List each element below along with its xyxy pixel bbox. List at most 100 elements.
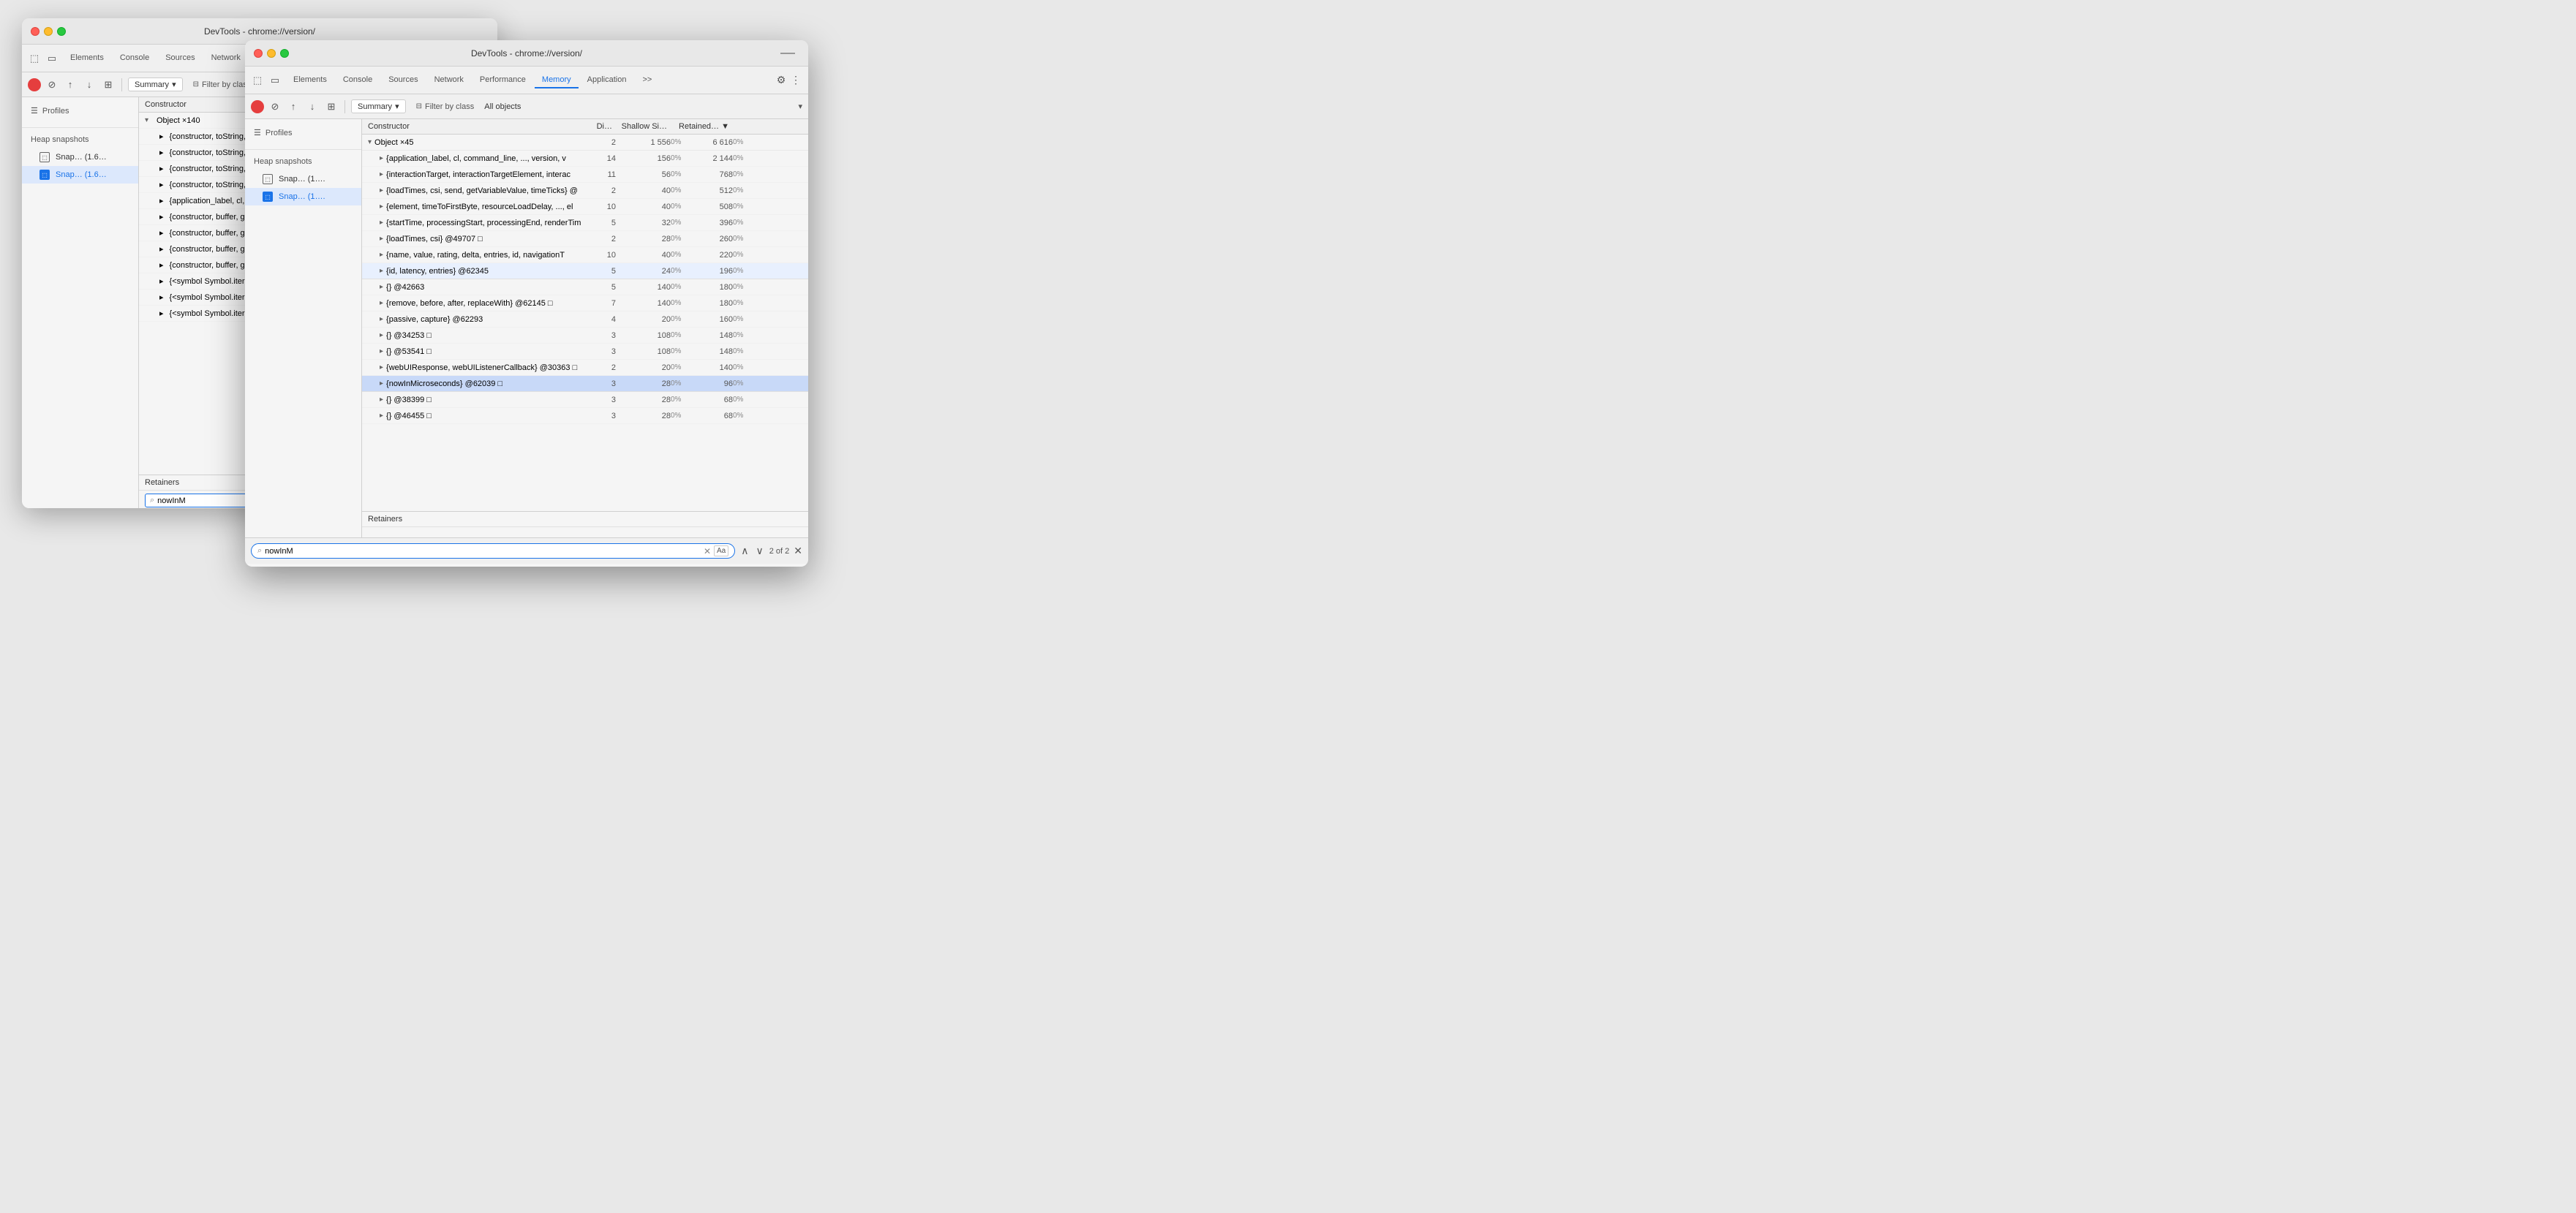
search-count: 2 of 2 [769,547,790,556]
expand-object-front[interactable]: ▾ [368,138,372,146]
tab-sources-back[interactable]: Sources [158,50,202,67]
device-icon-back[interactable]: ▭ [45,52,59,65]
upload-icon-front[interactable]: ↑ [286,99,301,114]
row-loadtimes-csi[interactable]: ▸ {loadTimes, csi} @49707 □ 2 28 0% 260 … [362,231,808,247]
grid-icon-front[interactable]: ⊞ [324,99,339,114]
toolbar-icons-front: ⬚ ▭ [251,74,282,87]
tab-memory-front[interactable]: Memory [535,72,579,88]
tab-performance-front[interactable]: Performance [472,72,533,88]
snap1-icon-front: ⬚ [263,174,273,184]
toolbar2-front: ⊘ ↑ ↓ ⊞ Summary ▾ ⊟ Filter by class All … [245,94,808,119]
all-objects-label-front: All objects [484,102,521,111]
row-name-value[interactable]: ▸ {name, value, rating, delta, entries, … [362,247,808,263]
summary-dropdown-back[interactable]: Summary ▾ [128,78,183,91]
close-button-front[interactable] [254,49,263,58]
maximize-button-back[interactable] [57,27,66,36]
toolbar-icons-back: ⬚ ▭ [28,52,59,65]
table-body-front: ▾ Object ×45 2 1 556 0% 6 616 0% ▸ {appl… [362,135,808,511]
tab-elements-front[interactable]: Elements [286,72,334,88]
search-icon-back: ⌕ [150,496,154,505]
search-clear-button[interactable]: ✕ [704,546,711,556]
content-front: ☰ Profiles Heap snapshots ⬚ Snap… (1…. ⬚… [245,119,808,537]
tab-elements-back[interactable]: Elements [63,50,111,67]
filter-icon-back: ⊟ [193,80,199,88]
upload-icon-back[interactable]: ↑ [63,78,78,92]
filter-icon-front: ⊟ [416,102,422,110]
sidebar-profiles-header-front[interactable]: ☰ Profiles [245,125,361,140]
grid-icon-back[interactable]: ⊞ [101,78,116,92]
tab-network-front[interactable]: Network [427,72,471,88]
cursor-icon-front[interactable]: ⬚ [251,74,264,87]
bottom-bar-front: ⌕ ✕ Aa ∧ ∨ 2 of 2 ✕ [245,537,808,564]
tab-network-back[interactable]: Network [204,50,248,67]
close-button-back[interactable] [31,27,39,36]
row-53541[interactable]: ▸ {} @53541 □ 3 108 0% 148 0% [362,344,808,360]
heap-snapshots-label-front: Heap snapshots [245,153,361,170]
window-controls-front [776,53,799,54]
regex-button[interactable]: Aa [714,545,728,556]
row-starttime[interactable]: ▸ {startTime, processingStart, processin… [362,215,808,231]
main-panel-front: Constructor Di… Shallow Si… Retained… ▼ … [362,119,808,537]
tab-bar-front: ⬚ ▭ Elements Console Sources Network Per… [245,67,808,94]
clear-icon-back[interactable]: ⊘ [45,78,59,91]
retainers-section-front: Retainers [362,511,808,537]
sidebar-profiles-header-back[interactable]: ☰ Profiles [22,103,138,118]
record-button-back[interactable] [28,78,41,91]
more-icon-front[interactable]: ⋮ [789,74,802,87]
search-input-bottom[interactable] [265,547,701,556]
titlebar-front: DevTools - chrome://version/ [245,40,808,67]
profiles-icon-back: ☰ [31,106,38,116]
row-46455[interactable]: ▸ {} @46455 □ 3 28 0% 68 0% [362,408,808,424]
row-nowinmicroseconds[interactable]: ▸ {nowInMicroseconds} @62039 □ 3 28 0% 9… [362,376,808,392]
row-webuiresponse[interactable]: ▸ {webUIResponse, webUIListenerCallback}… [362,360,808,376]
search-input-back[interactable] [157,496,245,505]
record-button-front[interactable] [251,100,264,113]
constructor-header-front: Constructor Di… Shallow Si… Retained… ▼ [362,119,808,135]
download-icon-front[interactable]: ↓ [305,99,320,114]
search-close-button[interactable]: ✕ [794,545,802,557]
search-next-button[interactable]: ∨ [754,543,764,559]
search-container-bottom: ⌕ ✕ Aa [251,543,735,559]
heap-snapshots-label-back: Heap snapshots [22,131,138,148]
sidebar-divider-back [22,127,138,128]
sidebar-snap1-front[interactable]: ⬚ Snap… (1…. [245,170,361,188]
search-container-back: ⌕ [145,494,250,507]
row-interaction-target[interactable]: ▸ {interactionTarget, interactionTargetE… [362,167,808,183]
traffic-lights-front[interactable] [254,49,289,58]
traffic-lights-back[interactable] [31,27,66,36]
sidebar-front: ☰ Profiles Heap snapshots ⬚ Snap… (1…. ⬚… [245,119,362,537]
row-object-front[interactable]: ▾ Object ×45 2 1 556 0% 6 616 0% [362,135,808,151]
row-passive-capture[interactable]: ▸ {passive, capture} @62293 4 20 0% 160 … [362,311,808,328]
tab-console-front[interactable]: Console [336,72,380,88]
cursor-icon-back[interactable]: ⬚ [28,52,41,65]
tab-console-back[interactable]: Console [113,50,157,67]
tab-application-front[interactable]: Application [580,72,634,88]
tab-more-front[interactable]: >> [635,72,659,88]
sidebar-back: ☰ Profiles Heap snapshots ⬚ Snap… (1.6… … [22,97,139,508]
sidebar-snap2-back[interactable]: ⬚ Snap… (1.6… [22,166,138,184]
filter-button-front[interactable]: ⊟ Filter by class [410,101,481,113]
sidebar-snap1-back[interactable]: ⬚ Snap… (1.6… [22,148,138,166]
clear-icon-front[interactable]: ⊘ [268,100,282,113]
row-id-latency[interactable]: ▸ {id, latency, entries} @62345 5 24 0% … [362,263,808,279]
summary-dropdown-front[interactable]: Summary ▾ [351,99,406,113]
row-remove-before[interactable]: ▸ {remove, before, after, replaceWith} @… [362,295,808,311]
tab-sources-front[interactable]: Sources [381,72,425,88]
minimize-button-front[interactable] [267,49,276,58]
row-42663[interactable]: ▸ {} @42663 5 140 0% 180 0% [362,279,808,295]
search-prev-button[interactable]: ∧ [739,543,750,559]
settings-icon-front[interactable]: ⚙ [775,74,788,87]
sort-dropdown-front[interactable]: ▾ [798,102,802,111]
expand-object-back[interactable]: ▾ [145,116,154,124]
row-loadtimes[interactable]: ▸ {loadTimes, csi, send, getVariableValu… [362,183,808,199]
row-element[interactable]: ▸ {element, timeToFirstByte, resourceLoa… [362,199,808,215]
sidebar-snap2-front[interactable]: ⬚ Snap… (1…. [245,188,361,205]
device-icon-front[interactable]: ▭ [268,74,282,87]
download-icon-back[interactable]: ↓ [82,78,97,92]
snap2-icon-front: ⬚ [263,192,273,202]
row-app-label[interactable]: ▸ {application_label, cl, command_line, … [362,151,808,167]
minimize-button-back[interactable] [44,27,53,36]
row-38399[interactable]: ▸ {} @38399 □ 3 28 0% 68 0% [362,392,808,408]
maximize-button-front[interactable] [280,49,289,58]
row-34253[interactable]: ▸ {} @34253 □ 3 108 0% 148 0% [362,328,808,344]
